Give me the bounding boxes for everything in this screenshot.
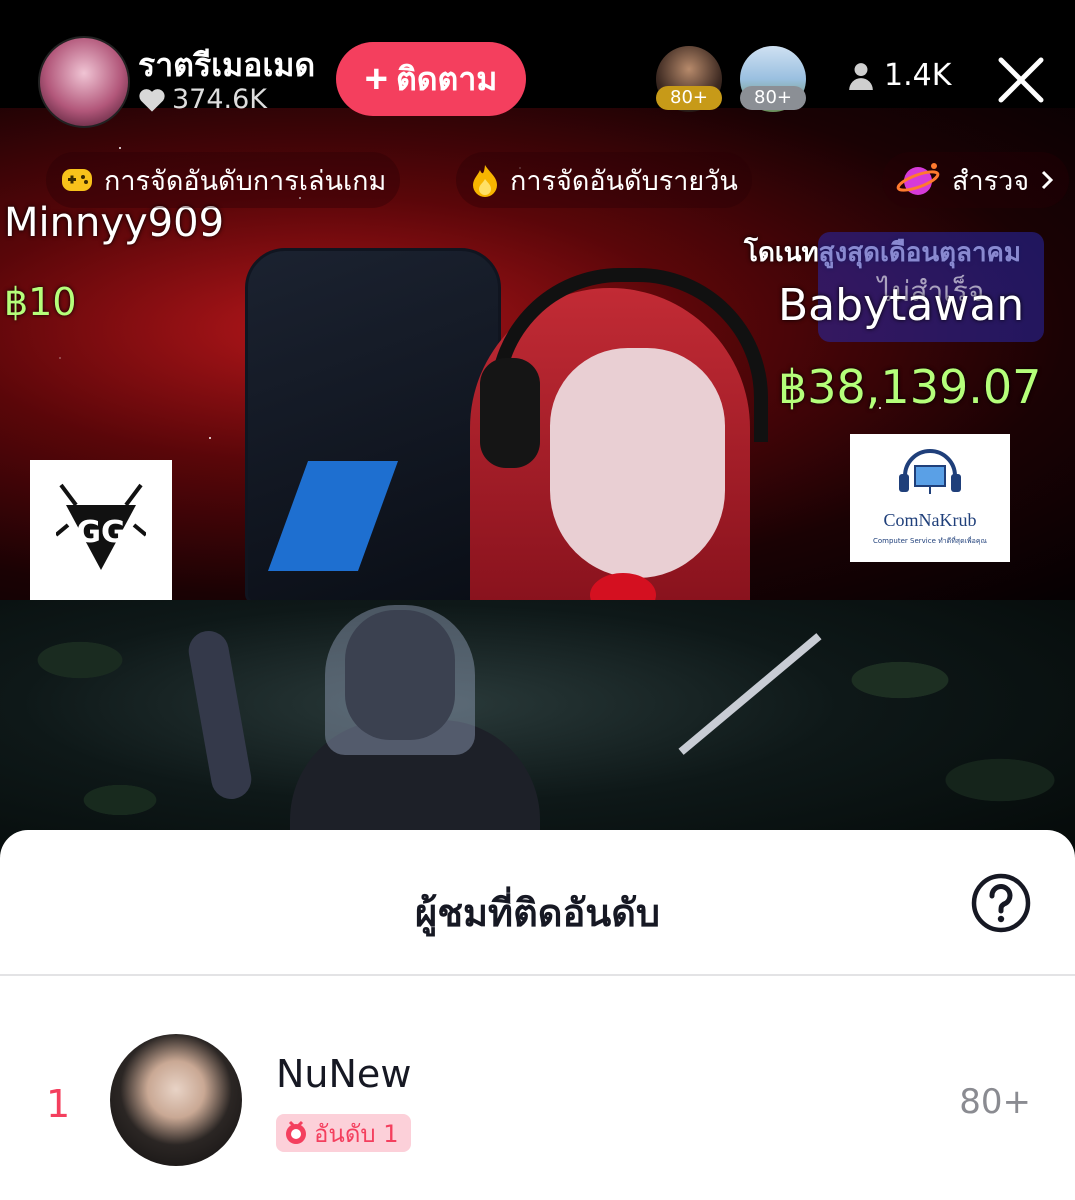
gameplay-feed [0, 600, 1075, 860]
left-donor-amount: ฿10 [4, 280, 77, 324]
gamepad-icon [62, 169, 92, 191]
plus-icon: + [364, 57, 388, 101]
sheet-title: ผู้ชมที่ติดอันดับ [414, 891, 661, 935]
person-icon [849, 62, 873, 90]
medal-icon [286, 1120, 306, 1144]
follow-label: ติดตาม [395, 60, 498, 97]
heart-icon [139, 88, 165, 112]
sheet-divider [0, 974, 1075, 976]
top-donor-name: Babytawan [778, 280, 1025, 331]
rank-number: 1 [46, 1082, 71, 1126]
close-icon[interactable] [995, 54, 1047, 106]
gaming-chair [245, 248, 501, 604]
sponsor-logo-tagline: Computer Service ทำดีที่สุดเพื่อคุณ [872, 537, 988, 545]
host-avatar[interactable] [38, 36, 130, 128]
planet-icon [896, 163, 940, 195]
top-viewers-sheet: ผู้ชมที่ติดอันดับ 1 NuNew อันดับ 1 80+ [0, 830, 1075, 1200]
headset-monitor-icon [899, 449, 961, 494]
chevron-right-icon [1042, 170, 1054, 190]
game-ranking-chip[interactable]: การจัดอันดับการเล่นเกม [46, 152, 401, 208]
gg-sponsor-logo: GG [30, 460, 172, 600]
daily-ranking-chip[interactable]: การจัดอันดับรายวัน [456, 152, 752, 208]
comnakrub-sponsor-logo: ComNaKrub Computer Service ทำดีที่สุดเพื… [850, 434, 1010, 562]
sponsor-logo-text: ComNaKrub [883, 510, 977, 530]
viewer-score: 80+ [959, 1082, 1031, 1122]
likes-count: 374.6K [172, 84, 268, 115]
svg-text:GG: GG [76, 515, 125, 550]
explore-label: สำรวจ [952, 165, 1030, 197]
top-donor-amount: ฿38,139.07 [778, 360, 1042, 414]
daily-ranking-label: การจัดอันดับรายวัน [510, 165, 738, 197]
ranked-viewer-row[interactable]: 1 NuNew อันดับ 1 80+ [0, 1030, 1075, 1170]
rank-badge-label: อันดับ 1 [314, 1119, 399, 1148]
explore-chip[interactable]: สำรวจ [882, 152, 1070, 208]
follow-button[interactable]: + ติดตาม [336, 42, 526, 116]
top-viewer-badge-1: 80+ [656, 86, 722, 110]
game-ranking-label: การจัดอันดับการเล่นเกม [104, 165, 387, 197]
flame-icon [473, 165, 497, 197]
viewer-avatar[interactable] [110, 1034, 242, 1166]
live-header: ราตรีเมอเมด 374.6K + ติดตาม 80+ 80+ 1.4K [0, 0, 1075, 160]
viewer-count[interactable]: 1.4K [848, 58, 951, 93]
top-viewer-badge-2: 80+ [740, 86, 806, 110]
game-character [185, 605, 620, 860]
help-icon[interactable] [970, 872, 1032, 934]
viewer-name[interactable]: NuNew [276, 1052, 411, 1096]
host-likes: 374.6K [138, 84, 267, 115]
viewer-count-value: 1.4K [884, 58, 952, 93]
rank-badge: อันดับ 1 [276, 1114, 411, 1152]
